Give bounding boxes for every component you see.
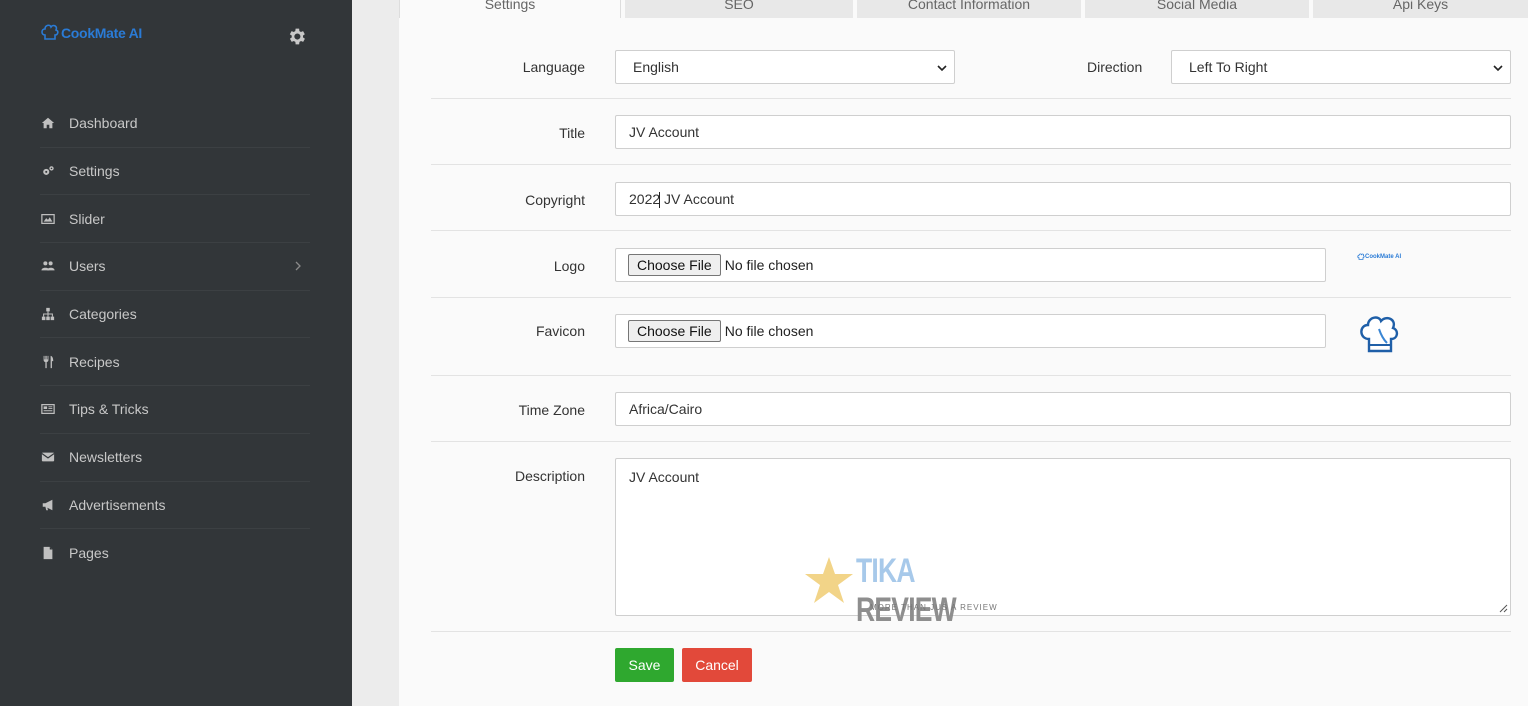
sidebar-item-label: Recipes: [69, 353, 120, 370]
timezone-input[interactable]: Africa/Cairo: [615, 392, 1511, 426]
logo-file-status: No file chosen: [724, 257, 814, 273]
title-label: Title: [559, 125, 585, 141]
sidebar-item-tips[interactable]: Tips & Tricks: [40, 386, 310, 434]
file-icon: [40, 545, 56, 561]
watermark-title: TIKA REVIEW: [856, 552, 979, 630]
bullhorn-icon: [40, 497, 56, 513]
chevron-down-icon: [937, 65, 947, 72]
gears-icon: [40, 163, 56, 179]
form-row-timezone: Time Zone Africa/Cairo: [431, 376, 1511, 442]
sidebar-item-settings[interactable]: Settings: [40, 148, 310, 196]
sidebar-item-users[interactable]: Users: [40, 243, 310, 291]
favicon-choose-file-button[interactable]: Choose File: [628, 320, 721, 342]
tab-contact-information[interactable]: Contact Information: [857, 0, 1081, 18]
form-row-logo: Logo Choose File No file chosen CookMate…: [431, 231, 1511, 298]
sidebar-item-label: Users: [69, 258, 106, 275]
image-icon: [40, 211, 56, 227]
logo-label: Logo: [553, 258, 585, 274]
watermark: TIKA REVIEW MORE THAN JUS A REVIEW: [804, 552, 1014, 629]
chef-hat-icon: [1357, 253, 1365, 260]
text-cursor: [659, 192, 660, 208]
watermark-tagline: MORE THAN JUS A REVIEW: [870, 603, 998, 612]
brand-name: CookMate AI: [61, 25, 142, 41]
sidebar-item-advertisements[interactable]: Advertisements: [40, 482, 310, 530]
copyright-label: Copyright: [525, 192, 585, 208]
tab-social-media[interactable]: Social Media: [1085, 0, 1309, 18]
content-gutter: [352, 0, 399, 706]
brand-logo[interactable]: CookMate AI: [40, 24, 142, 42]
logo-preview: CookMate AI: [1357, 253, 1401, 261]
form-row-favicon: Favicon Choose File No file chosen: [431, 298, 1511, 376]
chef-hat-icon: [41, 24, 59, 40]
language-value: English: [633, 59, 679, 75]
sidebar-item-label: Tips & Tricks: [69, 401, 149, 418]
star-icon: [805, 557, 853, 603]
chevron-right-icon: [295, 261, 301, 271]
tab-settings[interactable]: Settings: [399, 0, 621, 18]
title-value: JV Account: [629, 124, 700, 140]
save-button[interactable]: Save: [615, 648, 674, 682]
cutlery-icon: [40, 354, 56, 370]
favicon-label: Favicon: [535, 323, 585, 339]
copyright-input[interactable]: 2022 JV Account: [615, 182, 1511, 216]
favicon-file-status: No file chosen: [724, 323, 814, 339]
sidebar: CookMate AI Dashboard Settings Slider Us…: [0, 0, 352, 706]
sidebar-item-slider[interactable]: Slider: [40, 195, 310, 244]
sitemap-icon: [40, 306, 56, 322]
language-select[interactable]: English: [615, 50, 955, 84]
sidebar-item-label: Advertisements: [69, 496, 166, 513]
direction-value: Left To Right: [1189, 59, 1268, 75]
envelope-icon: [40, 449, 56, 465]
watermark-title-part1: TIKA: [856, 552, 915, 590]
sidebar-item-pages[interactable]: Pages: [40, 529, 310, 577]
logo-choose-file-button[interactable]: Choose File: [628, 254, 721, 276]
timezone-label: Time Zone: [518, 402, 585, 418]
sidebar-item-dashboard[interactable]: Dashboard: [40, 100, 310, 148]
sidebar-item-label: Settings: [69, 163, 120, 180]
description-label: Description: [514, 468, 585, 484]
sidebar-item-label: Pages: [69, 545, 109, 562]
cancel-button[interactable]: Cancel: [682, 648, 752, 682]
resize-handle-icon[interactable]: [1498, 603, 1508, 613]
newspaper-icon: [40, 401, 56, 417]
copyright-value: 2022 JV Account: [629, 191, 735, 207]
title-input[interactable]: JV Account: [615, 115, 1511, 149]
tab-bar: Settings SEO Contact Information Social …: [399, 0, 1528, 18]
form-row-copyright: Copyright 2022 JV Account: [431, 165, 1511, 231]
form-row-language: Language English Direction Left To Right: [431, 33, 1511, 99]
sidebar-item-recipes[interactable]: Recipes: [40, 338, 310, 387]
home-icon: [40, 115, 56, 131]
direction-label: Direction: [1087, 59, 1143, 75]
language-label: Language: [522, 59, 585, 75]
sidebar-item-label: Slider: [69, 210, 105, 227]
logo-file-input[interactable]: Choose File No file chosen: [615, 248, 1326, 282]
description-textarea[interactable]: JV Account: [615, 458, 1511, 616]
sidebar-item-label: Categories: [69, 306, 137, 323]
settings-panel: Settings SEO Contact Information Social …: [399, 0, 1528, 706]
sidebar-item-label: Newsletters: [69, 449, 143, 466]
favicon-file-input[interactable]: Choose File No file chosen: [615, 314, 1326, 348]
timezone-value: Africa/Cairo: [629, 401, 703, 417]
sidebar-item-label: Dashboard: [69, 115, 138, 132]
gear-icon[interactable]: [286, 26, 307, 47]
direction-select[interactable]: Left To Right: [1171, 50, 1511, 84]
tab-api-keys[interactable]: Api Keys: [1313, 0, 1528, 18]
sidebar-item-categories[interactable]: Categories: [40, 291, 310, 339]
sidebar-item-newsletters[interactable]: Newsletters: [40, 434, 310, 482]
tab-seo[interactable]: SEO: [625, 0, 853, 18]
chevron-down-icon: [1493, 65, 1503, 72]
users-icon: [40, 258, 56, 274]
form-row-title: Title JV Account: [431, 99, 1511, 165]
sidebar-nav: Dashboard Settings Slider Users Categori…: [40, 100, 310, 577]
logo-preview-text: CookMate AI: [1365, 254, 1402, 260]
favicon-preview-chef-hat-icon: [1360, 316, 1399, 353]
description-value: JV Account: [629, 469, 700, 485]
